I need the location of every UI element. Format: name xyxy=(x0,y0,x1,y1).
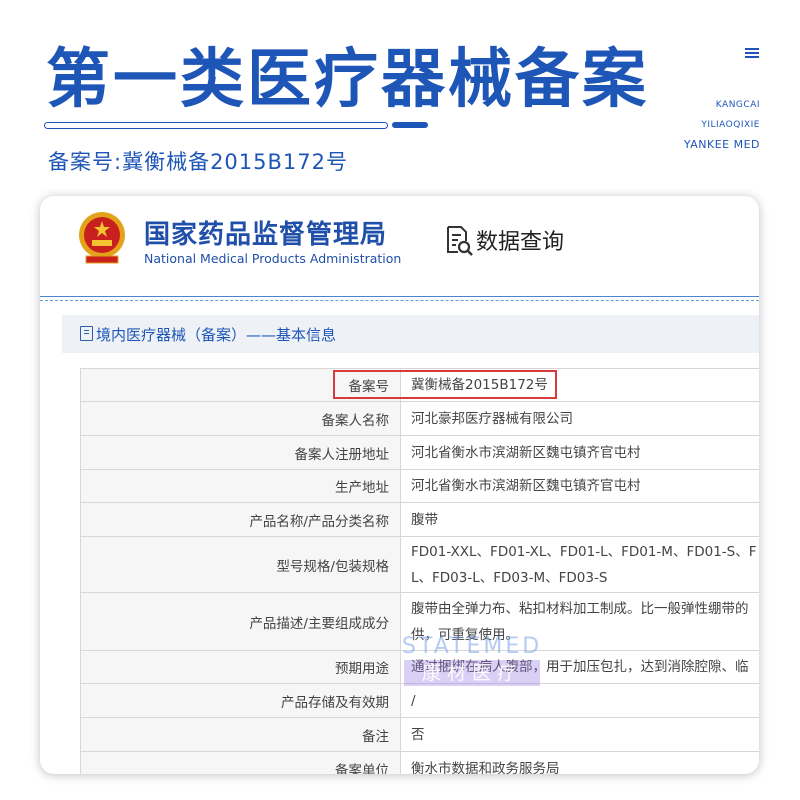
brand-block: KANGCAI YILIAOQIXIE YANKEE MED xyxy=(684,95,760,155)
page-title: 第一类医疗器械备案 xyxy=(46,43,649,117)
section-title: 境内医疗器械（备案）——基本信息 xyxy=(96,326,337,344)
brand-line: YILIAOQIXIE xyxy=(701,120,760,130)
brand-line: YANKEE MED xyxy=(683,138,760,151)
table-row: 备案人注册地址 河北省衡水市滨湖新区魏屯镇齐官屯村 xyxy=(80,435,759,470)
data-query-label: 数据查询 xyxy=(476,230,565,255)
agency-name: 国家药品监督管理局 xyxy=(144,220,388,250)
table-row: 型号规格/包装规格 FD01-XXL、FD01-XL、FD01-L、FD01-M… xyxy=(80,536,759,593)
row-label: 型号规格/包装规格 xyxy=(80,536,401,593)
filing-number-highlight xyxy=(333,370,557,399)
row-label: 预期用途 xyxy=(80,650,401,684)
table-row: 产品存储及有效期 / xyxy=(80,683,759,718)
national-emblem-icon xyxy=(79,212,125,264)
row-value: 衡水市数据和政务服务局 xyxy=(400,751,759,774)
section-header: 境内医疗器械（备案）——基本信息 xyxy=(62,315,759,353)
row-label: 产品名称/产品分类名称 xyxy=(80,502,401,537)
data-query-link[interactable]: 数据查询 xyxy=(442,224,564,256)
table-row: 产品描述/主要组成成分 腹带由全弹力布、粘扣材料加工制成。比一般弹性绷带的 供，… xyxy=(80,592,759,651)
row-value: 腹带 xyxy=(400,502,759,537)
table-row: 备注 否 xyxy=(80,717,759,752)
row-value: 河北省衡水市滨湖新区魏屯镇齐官屯村 xyxy=(400,469,759,503)
row-label: 备案人注册地址 xyxy=(80,435,401,470)
title-underline-accent xyxy=(392,122,428,128)
table-row: 备案单位 衡水市数据和政务服务局 xyxy=(80,751,759,774)
divider xyxy=(40,296,759,297)
title-underline xyxy=(44,122,388,129)
row-value: 腹带由全弹力布、粘扣材料加工制成。比一般弹性绷带的 供，可重复使用。 xyxy=(400,592,759,651)
row-value: / xyxy=(400,683,759,718)
row-label: 产品描述/主要组成成分 xyxy=(80,592,401,651)
row-value: 否 xyxy=(400,717,759,752)
row-label: 生产地址 xyxy=(80,469,401,503)
row-label: 备案单位 xyxy=(80,751,401,774)
record-card: 国家药品监督管理局 National Medical Products Admi… xyxy=(40,196,759,774)
row-label: 产品存储及有效期 xyxy=(80,683,401,718)
row-label: 备案人名称 xyxy=(80,401,401,436)
menu-icon[interactable] xyxy=(745,48,759,60)
row-label: 备注 xyxy=(80,717,401,752)
row-value: 河北豪邦医疗器械有限公司 xyxy=(400,401,759,436)
document-icon xyxy=(80,326,93,341)
row-value: FD01-XXL、FD01-XL、FD01-L、FD01-M、FD01-S、F … xyxy=(400,536,759,593)
table-row: 产品名称/产品分类名称 腹带 xyxy=(80,502,759,537)
divider xyxy=(40,300,759,301)
table-row: 预期用途 通过捆绑在病人腹部，用于加压包扎，达到消除腔隙、临 xyxy=(80,650,759,684)
brand-line: KANGCAI xyxy=(715,100,760,110)
row-value: 河北省衡水市滨湖新区魏屯镇齐官屯村 xyxy=(400,435,759,470)
table-row: 生产地址 河北省衡水市滨湖新区魏屯镇齐官屯村 xyxy=(80,469,759,503)
info-table-wrapper: 备案号 冀衡械备2015B172号 备案人名称 河北豪邦医疗器械有限公司 备案人… xyxy=(80,368,759,774)
document-search-icon xyxy=(447,226,473,256)
row-value: 通过捆绑在病人腹部，用于加压包扎，达到消除腔隙、临 xyxy=(400,650,759,684)
info-table: 备案号 冀衡械备2015B172号 备案人名称 河北豪邦医疗器械有限公司 备案人… xyxy=(80,368,759,774)
agency-name-en: National Medical Products Administration xyxy=(144,251,402,266)
filing-number: 备案号:冀衡械备2015B172号 xyxy=(48,150,349,174)
table-row: 备案人名称 河北豪邦医疗器械有限公司 xyxy=(80,401,759,436)
